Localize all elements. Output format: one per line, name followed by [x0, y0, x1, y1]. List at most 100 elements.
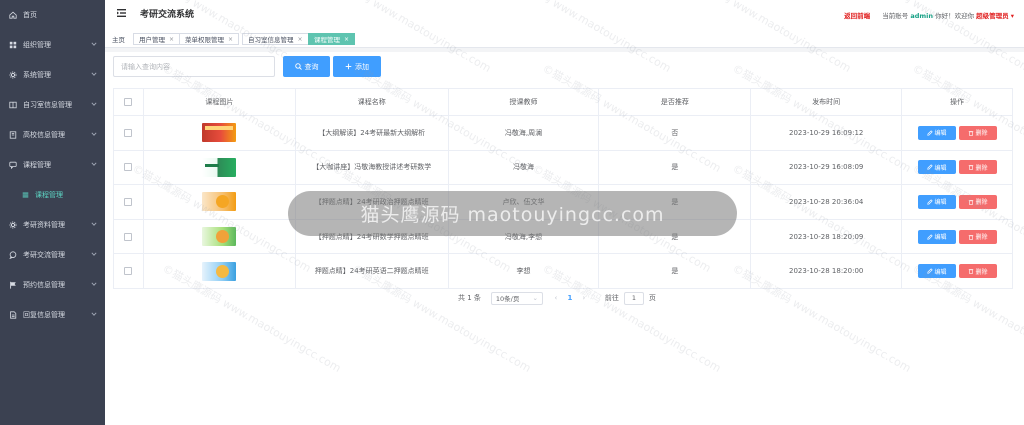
- table-row[interactable]: 【押题点睛】24考研数学押题点睛班 冯敬海,李想是 2023-10-28 18:20…: [114, 219, 1013, 255]
- sidebar-item-label: 考研交流管理: [23, 251, 65, 259]
- tab-1[interactable]: 用户管理 ×: [133, 33, 181, 45]
- row-checkbox[interactable]: [124, 128, 133, 137]
- course-image-cell: [144, 219, 296, 254]
- table-body: 【大纲解读】24考研最新大纲解析 冯敬海,周澜否 2023-10-29 16:09:…: [114, 116, 1013, 289]
- sidebar-item-0[interactable]: 首页: [0, 0, 105, 30]
- back-home-link[interactable]: 返回前端: [844, 12, 870, 20]
- sidebar-item-10[interactable]: 回复信息管理: [0, 300, 105, 330]
- edit-button-label: 编辑: [934, 164, 947, 172]
- sidebar-item-9[interactable]: 预约信息管理: [0, 270, 105, 300]
- sidebar-item-course-management-sub[interactable]: 课程管理: [0, 180, 105, 210]
- grid-icon: [8, 41, 17, 50]
- search-input[interactable]: [113, 56, 275, 77]
- sidebar-item-label: 系统管理: [23, 71, 51, 79]
- trash-icon: [968, 200, 973, 205]
- header-teacher: 授课教师: [449, 89, 600, 115]
- close-icon[interactable]: ×: [344, 36, 349, 43]
- publish-time-cell: 2023-10-29 16:09:12: [751, 116, 903, 150]
- sidebar-item-7[interactable]: 考研资料管理: [0, 210, 105, 240]
- recommended-cell: 是: [599, 185, 752, 219]
- publish-time-cell: 2023-10-28 18:20:00: [751, 254, 903, 288]
- close-icon[interactable]: ×: [298, 36, 303, 43]
- query-button[interactable]: 查询: [283, 56, 330, 77]
- edit-icon: [926, 233, 933, 240]
- delete-button[interactable]: 删除: [958, 194, 997, 209]
- teacher-cell: 冯敬海,周澜: [449, 116, 600, 150]
- trash-icon: [968, 234, 973, 240]
- delete-button[interactable]: 删除: [958, 264, 997, 279]
- row-select-cell: [114, 254, 144, 288]
- select-all-checkbox[interactable]: [124, 98, 133, 106]
- edit-button-label: 编辑: [934, 199, 947, 207]
- query-button-label: 查询: [304, 62, 319, 71]
- edit-icon: [926, 199, 933, 205]
- account-name: admin: [910, 12, 933, 20]
- row-select-cell: [114, 116, 144, 150]
- chevron-down-icon: [91, 132, 97, 136]
- row-checkbox[interactable]: [124, 163, 133, 172]
- row-checkbox[interactable]: [124, 197, 133, 206]
- chevron-down-icon: [91, 42, 97, 46]
- row-checkbox[interactable]: [124, 232, 133, 241]
- delete-button[interactable]: 删除: [958, 160, 997, 175]
- page-size-select[interactable]: 10条/页 ⌄: [490, 291, 543, 305]
- next-page-button[interactable]: ›: [577, 294, 591, 302]
- delete-button[interactable]: 删除: [958, 229, 997, 244]
- tab-3[interactable]: 自习室信息管理 ×: [242, 33, 309, 45]
- course-image-cell: [144, 116, 296, 150]
- chevron-down-icon: ⌄: [532, 294, 538, 302]
- sidebar-item-8[interactable]: 考研交流管理: [0, 240, 105, 270]
- plus-icon: [345, 63, 352, 70]
- delete-button-label: 删除: [975, 199, 988, 207]
- chevron-down-icon: [91, 282, 97, 286]
- edit-button-label: 编辑: [934, 130, 947, 138]
- table-row[interactable]: 【押题点睛】24考研政治押题点睛班 卢欣、伍文华是 2023-10-28 20:36…: [114, 185, 1013, 220]
- menu-toggle-icon[interactable]: [117, 9, 126, 17]
- course-table: 课程图片 课程名称 授课教师 是否推荐 发布时间 操作 【大纲解读】24考研最新…: [113, 88, 1013, 289]
- tab-4[interactable]: 课程管理 ×: [308, 33, 356, 45]
- tab-0[interactable]: 主页: [108, 33, 131, 45]
- sidebar-item-4[interactable]: 高校信息管理: [0, 120, 105, 150]
- sidebar-item-label: 回复信息管理: [23, 311, 65, 319]
- jump-page-input[interactable]: [623, 291, 644, 305]
- greeting-text: 你好！欢迎你: [935, 12, 975, 20]
- account-prefix: 当前账号: [882, 12, 909, 20]
- close-icon[interactable]: ×: [228, 36, 233, 43]
- header: 考研交流系统 返回前端 当前账号 admin 你好！欢迎你 超级管理员 ▾: [105, 0, 1024, 30]
- table-row[interactable]: 【大咖讲座】冯敬海教授讲述考研数学 冯敬海是 2023-10-29 16:08:09…: [114, 150, 1013, 186]
- role-dropdown[interactable]: 超级管理员: [976, 12, 1009, 20]
- list-icon: [22, 191, 29, 200]
- close-icon[interactable]: ×: [169, 36, 174, 43]
- teacher-cell: 李想: [449, 254, 600, 288]
- chevron-down-icon: [91, 252, 97, 256]
- sidebar-item-1[interactable]: 组织管理: [0, 30, 105, 60]
- edit-button[interactable]: 编辑: [917, 125, 956, 140]
- edit-button[interactable]: 编辑: [917, 160, 956, 175]
- course-thumbnail: [202, 157, 237, 177]
- book-icon: [8, 101, 17, 110]
- row-checkbox[interactable]: [124, 267, 133, 276]
- sidebar-item-label: 高校信息管理: [23, 131, 65, 139]
- sidebar-item-3[interactable]: 自习室信息管理: [0, 90, 105, 120]
- sidebar-item-5[interactable]: 课程管理: [0, 150, 105, 180]
- add-button[interactable]: 添加: [333, 56, 381, 77]
- table-row[interactable]: 押题点睛】24考研英语二押题点睛班 李想是 2023-10-28 18:20:00 编…: [114, 254, 1013, 289]
- edit-button[interactable]: 编辑: [917, 194, 956, 209]
- tab-label: 自习室信息管理: [248, 36, 294, 44]
- tab-label: 菜单权限管理: [185, 36, 224, 44]
- table-row[interactable]: 【大纲解读】24考研最新大纲解析 冯敬海,周澜否 2023-10-29 16:09:…: [114, 116, 1013, 151]
- chevron-down-icon[interactable]: ▾: [1011, 12, 1014, 20]
- prev-page-button[interactable]: ‹: [549, 294, 563, 302]
- page-number-current[interactable]: 1: [563, 294, 577, 302]
- edit-button-label: 编辑: [934, 268, 947, 276]
- edit-button-label: 编辑: [934, 234, 947, 242]
- tab-2[interactable]: 菜单权限管理 ×: [179, 33, 240, 45]
- header-recommended: 是否推荐: [599, 89, 752, 115]
- delete-button[interactable]: 删除: [958, 125, 997, 140]
- course-name-cell: 押题点睛】24考研英语二押题点睛班: [296, 254, 449, 288]
- row-select-cell: [114, 150, 144, 185]
- edit-button[interactable]: 编辑: [917, 229, 956, 244]
- course-name-cell: 【押题点睛】24考研政治押题点睛班: [296, 185, 449, 219]
- edit-button[interactable]: 编辑: [917, 264, 956, 279]
- sidebar-item-2[interactable]: 系统管理: [0, 60, 105, 90]
